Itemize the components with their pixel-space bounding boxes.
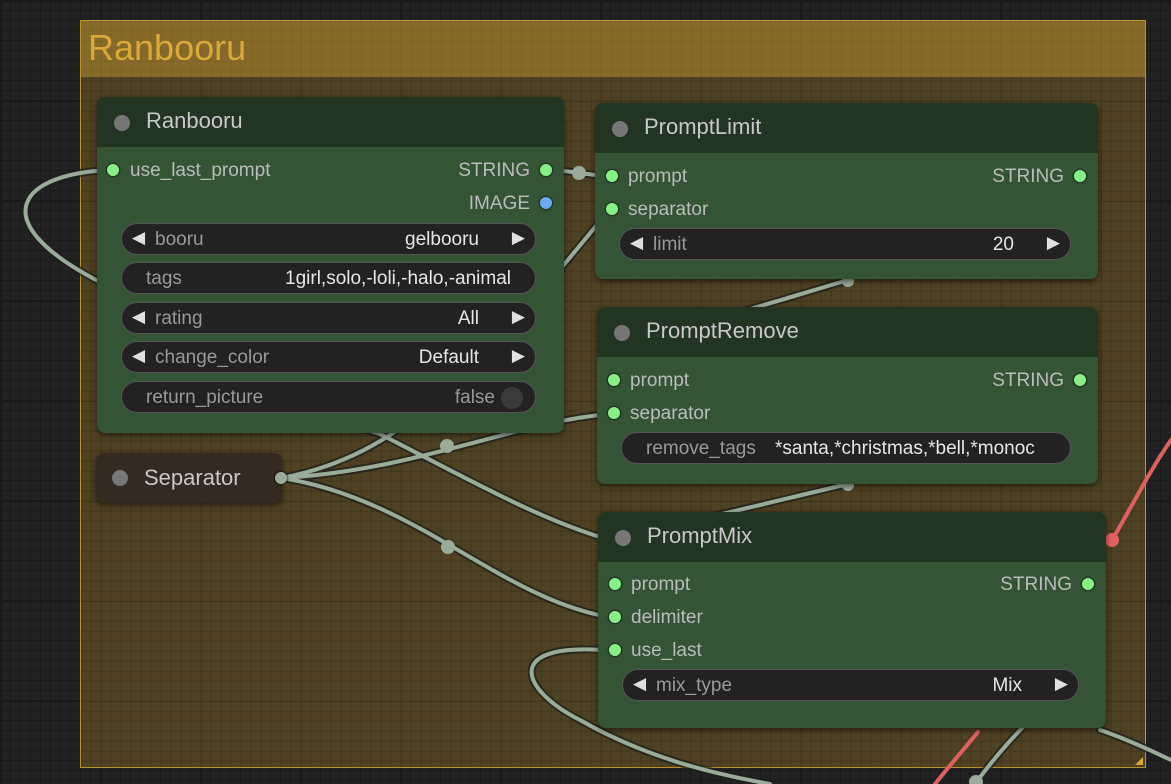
node-prompt-limit[interactable]: PromptLimit prompt STRING separator ◀ li…: [595, 103, 1098, 279]
widget-name: rating: [155, 308, 203, 329]
widget-name: booru: [155, 229, 204, 250]
node-title-label: Separator: [144, 465, 241, 490]
input-slot-prompt[interactable]: [608, 374, 620, 386]
widget-value: *santa,*christmas,*bell,*monoc: [775, 438, 1035, 459]
collapse-dot[interactable]: [614, 325, 630, 341]
widget-name: mix_type: [656, 675, 733, 696]
output-label-string: STRING: [458, 160, 530, 181]
node-title-label: PromptRemove: [646, 318, 799, 343]
arrow-left-icon[interactable]: ◀: [132, 346, 145, 366]
node-title-label: PromptMix: [647, 523, 753, 548]
input-label-separator: separator: [630, 403, 711, 424]
node-title[interactable]: PromptLimit: [595, 103, 1098, 153]
arrow-right-icon[interactable]: ▶: [1047, 233, 1060, 253]
arrow-left-icon[interactable]: ◀: [132, 228, 145, 248]
widget-tags[interactable]: tags 1girl,solo,-loli,-halo,-animal: [121, 262, 536, 294]
widget-name: limit: [653, 234, 687, 255]
widget-name: tags: [146, 268, 182, 289]
node-separator[interactable]: Separator: [96, 453, 287, 503]
widget-remove-tags[interactable]: remove_tags *santa,*christmas,*bell,*mon…: [621, 432, 1071, 464]
node-title[interactable]: PromptMix: [598, 512, 1106, 562]
input-slot-separator[interactable]: [606, 203, 618, 215]
widget-value: 1girl,solo,-loli,-halo,-animal: [285, 268, 511, 289]
output-slot-string[interactable]: [1074, 170, 1086, 182]
output-label-string: STRING: [992, 166, 1064, 187]
collapse-dot[interactable]: [612, 121, 628, 137]
widget-name: remove_tags: [646, 438, 756, 459]
node-title[interactable]: PromptRemove: [597, 307, 1098, 357]
widget-mix-type[interactable]: ◀ mix_type Mix ▶: [622, 669, 1079, 701]
arrow-right-icon[interactable]: ▶: [512, 228, 525, 248]
output-label-image: IMAGE: [468, 193, 530, 214]
output-slot-string[interactable]: [540, 164, 552, 176]
output-slot[interactable]: [275, 472, 287, 484]
widget-value: gelbooru: [405, 229, 479, 250]
widget-value: Default: [418, 347, 479, 368]
widget-change-color[interactable]: ◀ change_color Default ▶: [121, 341, 536, 373]
input-label-prompt: prompt: [631, 574, 691, 595]
output-slot-image[interactable]: [540, 197, 552, 209]
arrow-right-icon[interactable]: ▶: [512, 307, 525, 327]
input-slot-prompt[interactable]: [606, 170, 618, 182]
collapse-dot[interactable]: [112, 470, 128, 486]
output-label-string: STRING: [992, 370, 1064, 391]
output-label-string: STRING: [1000, 574, 1072, 595]
arrow-left-icon[interactable]: ◀: [633, 674, 646, 694]
input-slot-use-last[interactable]: [609, 644, 621, 656]
widget-limit[interactable]: ◀ limit 20 ▶: [619, 228, 1071, 260]
collapse-dot[interactable]: [615, 530, 631, 546]
widget-rating[interactable]: ◀ rating All ▶: [121, 302, 536, 334]
input-label-prompt: prompt: [630, 370, 690, 391]
widget-return-picture[interactable]: return_picture false: [121, 381, 536, 413]
arrow-left-icon[interactable]: ◀: [132, 307, 145, 327]
widget-name: return_picture: [146, 387, 264, 408]
node-ranbooru[interactable]: Ranbooru use_last_prompt STRING IMAGE ◀ …: [97, 97, 564, 433]
input-slot-separator[interactable]: [608, 407, 620, 419]
widget-name: change_color: [155, 347, 270, 368]
node-title[interactable]: Ranbooru: [97, 97, 564, 147]
arrow-left-icon[interactable]: ◀: [630, 233, 643, 253]
output-slot-string[interactable]: [1074, 374, 1086, 386]
input-label-delimiter: delimiter: [631, 607, 703, 628]
input-label-separator: separator: [628, 199, 709, 220]
widget-value: All: [457, 308, 479, 329]
node-title-label: PromptLimit: [644, 114, 762, 139]
input-slot-use-last-prompt[interactable]: [107, 164, 119, 176]
collapse-dot[interactable]: [114, 115, 130, 131]
widget-value: false: [454, 387, 495, 408]
input-label-use-last: use_last: [631, 640, 702, 661]
node-title-label: Ranbooru: [146, 108, 243, 133]
input-slot-prompt[interactable]: [609, 578, 621, 590]
input-label-use-last-prompt: use_last_prompt: [130, 160, 271, 181]
widget-value: 20: [992, 234, 1014, 255]
input-label-prompt: prompt: [628, 166, 688, 187]
widget-booru[interactable]: ◀ booru gelbooru ▶: [121, 223, 536, 255]
arrow-right-icon[interactable]: ▶: [512, 346, 525, 366]
widget-value: Mix: [992, 675, 1022, 696]
arrow-right-icon[interactable]: ▶: [1055, 674, 1068, 694]
node-prompt-remove[interactable]: PromptRemove prompt STRING separator rem…: [597, 307, 1098, 484]
toggle-knob[interactable]: [501, 387, 523, 409]
input-slot-delimiter[interactable]: [609, 611, 621, 623]
output-slot-string[interactable]: [1082, 578, 1094, 590]
node-prompt-mix[interactable]: PromptMix prompt STRING delimiter use_la…: [598, 512, 1106, 728]
